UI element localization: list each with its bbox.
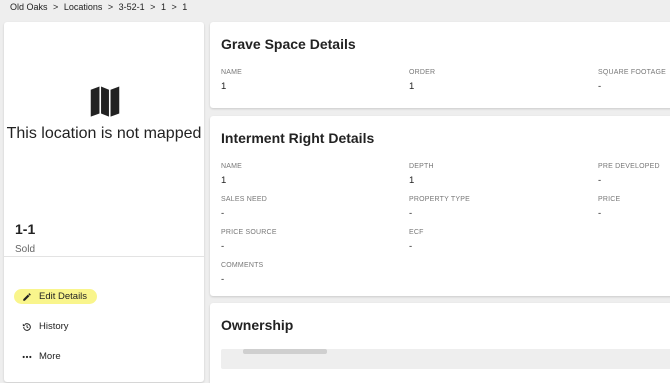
field-label: NAME [221,163,243,170]
edit-details-label: Edit Details [39,291,88,302]
field-label: DEPTH [409,163,434,170]
more-horizontal-icon [22,352,32,362]
interment-depth-field: DEPTH 1 [409,163,434,186]
ownership-table-placeholder [221,349,670,369]
breadcrumb-link-locations[interactable]: Locations [64,2,103,12]
pencil-icon [22,292,32,302]
field-value: - [409,241,413,252]
breadcrumb-current: 1 [182,2,188,12]
field-value: - [598,81,602,92]
field-label: PRE DEVELOPED [598,163,660,170]
grave-square-footage-field: SQUARE FOOTAGE - [598,69,666,92]
field-label: NAME [221,69,243,76]
field-value: - [221,208,225,219]
field-value: 1 [409,175,415,186]
breadcrumb-link-row[interactable]: 1 [161,2,166,12]
interment-title: Interment Right Details [221,130,375,146]
field-value: 1 [409,81,415,92]
grave-space-details-card: Grave Space Details NAME 1 ORDER 1 SQUAR… [210,22,670,108]
interment-price-field: PRICE - [598,196,620,219]
field-label: ECF [409,229,424,236]
history-button[interactable]: History [14,319,79,334]
breadcrumb-separator: > [150,2,156,12]
interment-right-details-card: Interment Right Details NAME 1 DEPTH 1 P… [210,116,670,296]
more-label: More [39,351,61,362]
field-label: SQUARE FOOTAGE [598,69,667,76]
field-label: ORDER [409,69,436,76]
breadcrumb-link-cemetery[interactable]: Old Oaks [10,2,48,12]
location-status: Sold [15,244,36,255]
map-icon [90,86,120,117]
breadcrumb-separator: > [53,2,59,12]
field-label: PRICE [598,196,621,203]
field-value: - [221,274,225,285]
field-value: - [598,175,602,186]
ownership-card: Ownership [210,303,670,383]
more-button[interactable]: More [14,349,71,364]
breadcrumb-separator: > [171,2,177,12]
ownership-title: Ownership [221,317,294,333]
grave-name-field: NAME 1 [221,69,242,92]
interment-name-field: NAME 1 [221,163,242,186]
edit-details-button[interactable]: Edit Details [14,289,98,304]
field-label: PROPERTY TYPE [409,196,470,203]
history-label: History [39,321,69,332]
field-value: - [598,208,602,219]
interment-price-source-field: PRICE SOURCE - [221,229,277,252]
field-label: COMMENTS [221,262,264,269]
field-value: 1 [221,81,227,92]
history-icon [22,322,32,332]
breadcrumb: Old Oaks > Locations > 3-52-1 > 1 > 1 [10,2,190,12]
interment-ecf-field: ECF - [409,229,424,252]
breadcrumb-link-section[interactable]: 3-52-1 [119,2,145,12]
location-name: 1-1 [15,221,36,237]
grave-space-title: Grave Space Details [221,36,356,52]
field-value: - [409,208,413,219]
field-label: PRICE SOURCE [221,229,277,236]
loading-placeholder [243,349,327,354]
interment-property-type-field: PROPERTY TYPE - [409,196,470,219]
interment-pre-developed-field: PRE DEVELOPED - [598,163,660,186]
breadcrumb-separator: > [107,2,114,12]
divider [4,256,204,257]
field-value: 1 [221,175,227,186]
field-label: SALES NEED [221,196,267,203]
field-value: - [221,241,225,252]
interment-sales-need-field: SALES NEED - [221,196,267,219]
location-summary-card: This location is not mapped 1-1 Sold Edi… [4,22,204,382]
map-empty-message: This location is not mapped [6,125,202,142]
grave-order-field: ORDER 1 [409,69,435,92]
interment-comments-field: COMMENTS - [221,262,263,285]
